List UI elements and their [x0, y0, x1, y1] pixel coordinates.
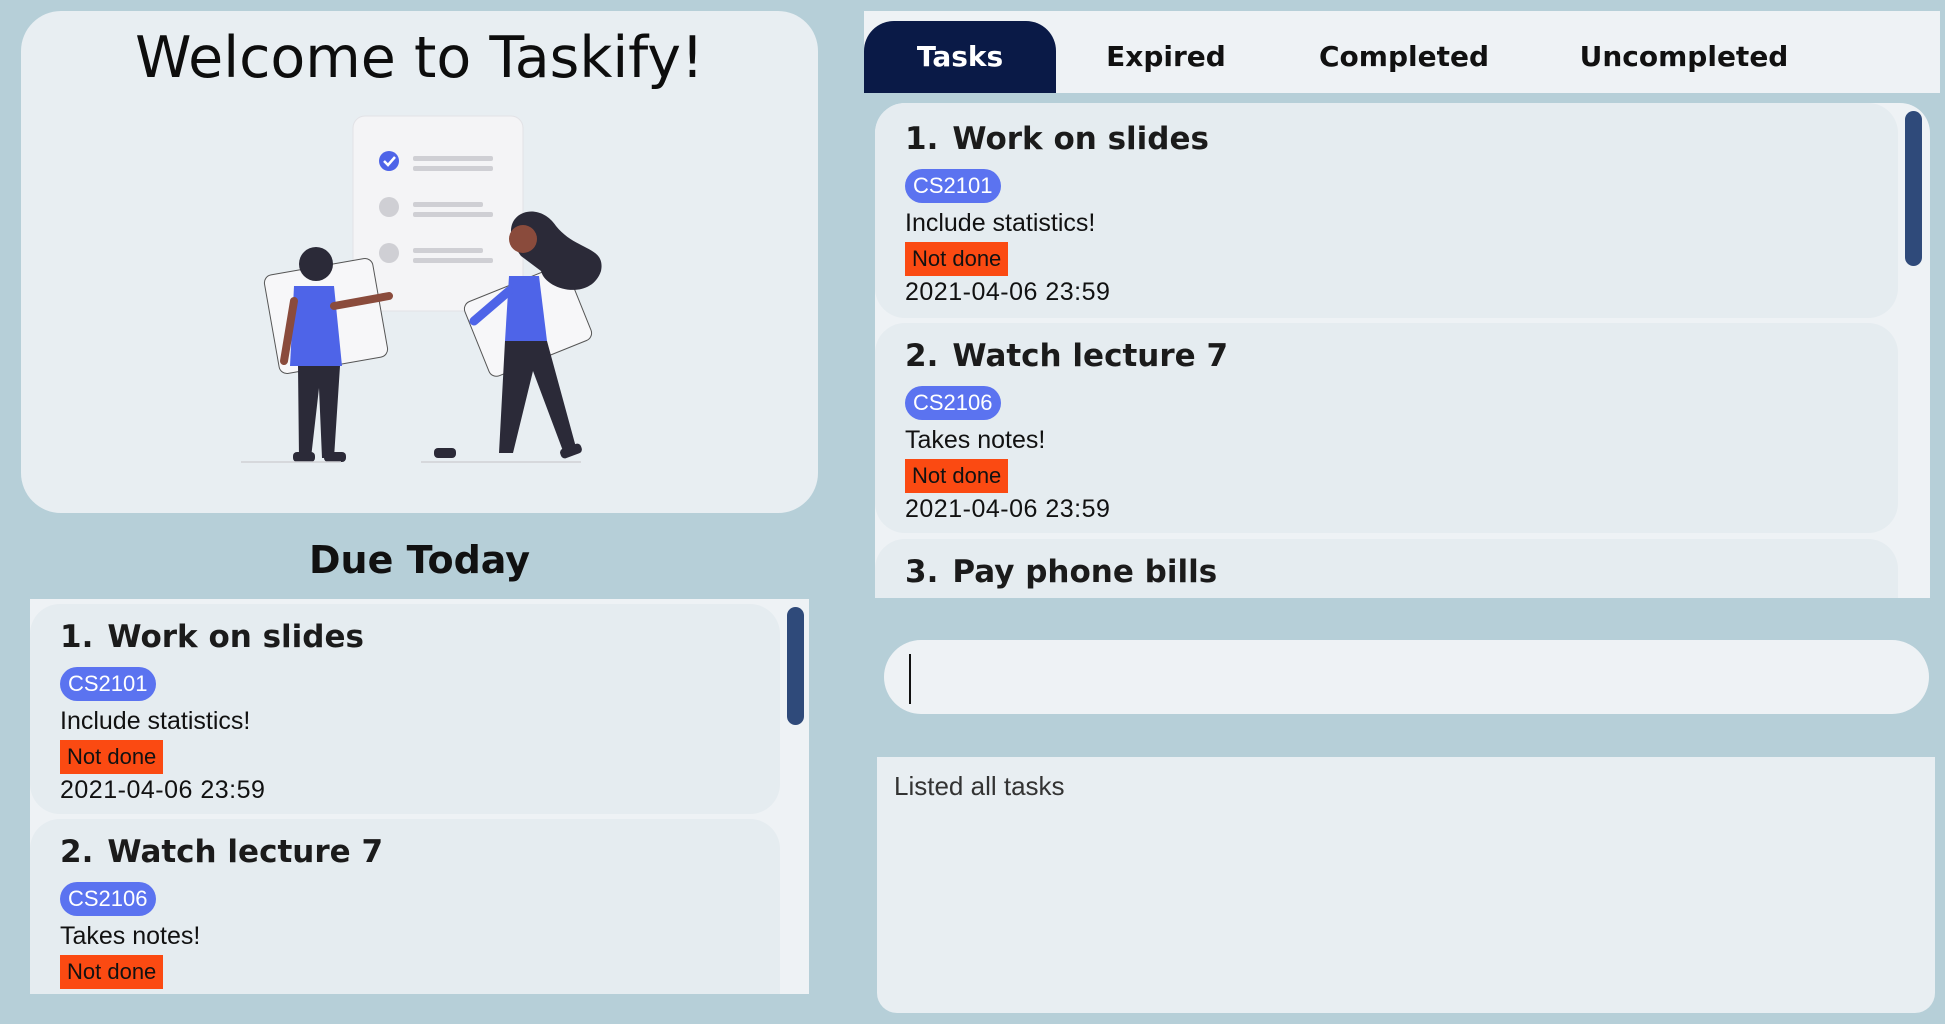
task-list-scrollbar[interactable] [1905, 111, 1922, 266]
task-deadline: 2021-04-06 23:59 [60, 776, 266, 804]
welcome-panel: Welcome to Taskify! [21, 11, 818, 513]
list-item[interactable]: 3. Pay phone bills [875, 539, 1898, 598]
welcome-title: Welcome to Taskify! [135, 25, 704, 91]
list-item[interactable]: 2. Watch lecture 7 CS2106 Takes notes! No… [875, 323, 1898, 533]
task-description: Include statistics! [905, 209, 1096, 237]
result-display: Listed all tasks [877, 757, 1935, 1013]
task-description: Takes notes! [905, 426, 1046, 454]
tab-expired[interactable]: Expired [1076, 21, 1256, 93]
list-item[interactable]: 2. Watch lecture 7 CS2106 Takes notes! No… [30, 819, 780, 994]
list-item[interactable]: 1. Work on slides CS2101 Include statisti… [875, 103, 1898, 318]
text-caret [909, 654, 911, 704]
status-badge: Not done [905, 242, 1009, 276]
tab-bar: Tasks Expired Completed Uncompleted [864, 11, 1940, 93]
due-list-scrollbar[interactable] [787, 607, 804, 725]
task-title: 2. Watch lecture 7 [905, 338, 1229, 374]
task-title: 2. Watch lecture 7 [60, 834, 384, 870]
status-badge: Not done [905, 459, 1009, 493]
task-illustration [241, 115, 602, 463]
result-message: Listed all tasks [894, 771, 1065, 801]
due-today-list[interactable]: 1. Work on slides CS2101 Include statisti… [30, 599, 809, 994]
tag-badge: CS2106 [60, 882, 156, 916]
status-badge: Not done [60, 740, 164, 774]
check-icon [379, 151, 399, 171]
task-title: 3. Pay phone bills [905, 554, 1218, 590]
task-deadline: 2021-04-06 23:59 [905, 495, 1111, 523]
tag-badge: CS2106 [905, 386, 1001, 420]
status-badge: Not done [60, 955, 164, 989]
task-deadline: 2021-04-06 23:59 [905, 278, 1111, 306]
tag-badge: CS2101 [60, 667, 156, 701]
task-list[interactable]: 1. Work on slides CS2101 Include statisti… [875, 103, 1930, 598]
tab-uncompleted[interactable]: Uncompleted [1554, 21, 1814, 93]
task-description: Takes notes! [60, 922, 201, 950]
task-description: Include statistics! [60, 707, 251, 735]
tab-tasks[interactable]: Tasks [864, 21, 1056, 93]
list-item[interactable]: 1. Work on slides CS2101 Include statisti… [30, 604, 780, 814]
command-input[interactable] [884, 640, 1929, 714]
tab-completed[interactable]: Completed [1294, 21, 1514, 93]
tag-badge: CS2101 [905, 169, 1001, 203]
task-title: 1. Work on slides [60, 619, 364, 655]
task-title: 1. Work on slides [905, 121, 1209, 157]
due-today-heading: Due Today [308, 538, 531, 582]
